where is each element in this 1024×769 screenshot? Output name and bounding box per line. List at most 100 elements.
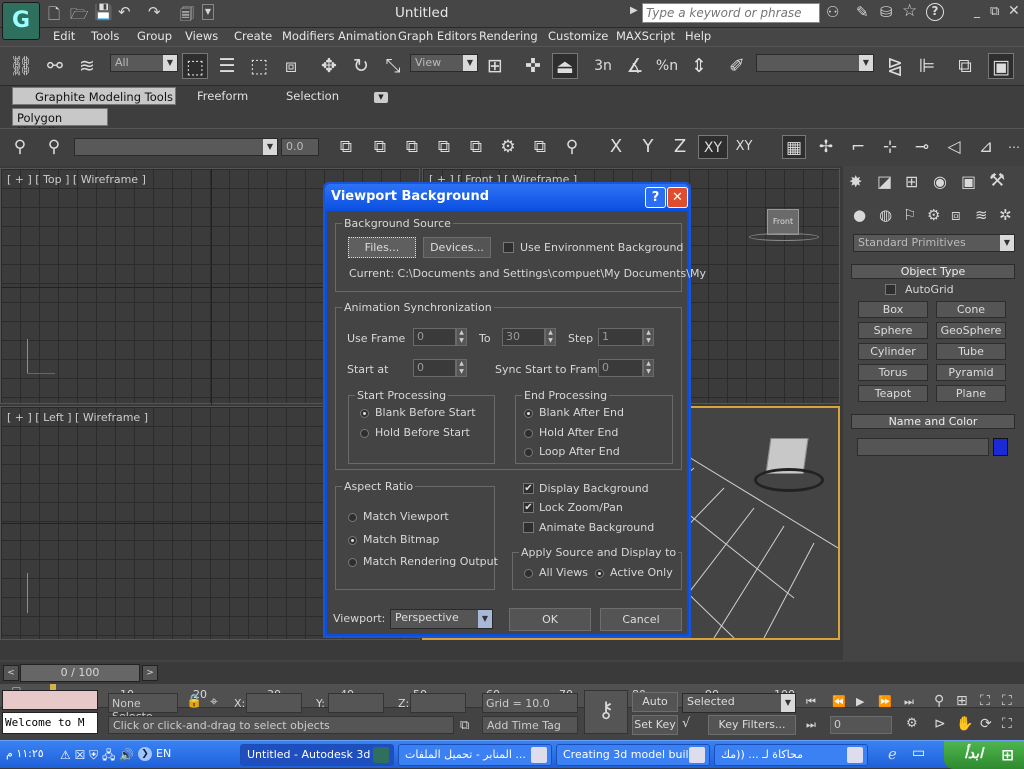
space-warps-icon[interactable]: ≋ [975,206,988,224]
dialog-close-icon[interactable]: ✕ [667,187,688,208]
language-indicator[interactable]: EN [156,747,171,760]
window-crossing-icon[interactable]: ⧈ [278,53,304,79]
show-desktop-icon[interactable]: ▭ [912,745,925,761]
menu-graph-editors[interactable]: Graph Editors [398,29,477,43]
subscription-icon[interactable]: ⛁ [880,3,893,21]
match-rendering-output-radio[interactable] [348,558,357,567]
mirror-icon[interactable]: ⧎ [882,53,908,79]
hold-before-start-radio[interactable] [360,429,369,438]
stack-add-icon[interactable]: ⧉ [368,135,392,159]
start-button[interactable]: ابدأ ⊞ [944,741,1024,769]
dialog-titlebar[interactable]: Viewport Background ? ✕ [325,184,689,211]
menu-maxscript[interactable]: MAXScript [616,29,675,43]
scale-icon[interactable]: ⤡ [380,53,406,79]
add-time-tag[interactable]: Add Time Tag [482,716,578,734]
goto-end-icon[interactable]: ⏭ [904,695,914,709]
spinner-arrows[interactable]: ▲ ▼ [545,328,556,346]
spinner-snap-icon[interactable]: ⇕ [686,53,712,79]
maximize-viewport-icon[interactable]: ⛶ [1002,716,1012,732]
viewport-top-label[interactable]: [ + ] [ Top ] [ Wireframe ] [7,173,146,186]
stack-remove-icon[interactable]: ⧉ [400,135,424,159]
pan-hand-icon[interactable]: ✋ [956,716,973,732]
face-snap-icon[interactable]: ◁ [942,135,966,159]
undo-icon[interactable]: ↶ [118,3,131,21]
hold-after-end-radio[interactable] [524,429,533,438]
select-by-name-icon[interactable]: ☰ [214,53,240,79]
maxscript-mini-listener[interactable] [2,690,98,710]
close-icon[interactable]: ✕ [1008,3,1020,19]
display-background-checkbox[interactable]: ✔ [523,483,534,494]
geosphere-button[interactable]: GeoSphere [936,322,1006,339]
task-browser-downloads[interactable]: المنابر - تحميل الملفات ... [398,744,552,766]
create-tab-icon[interactable]: ✸ [849,172,862,191]
blank-after-end-radio[interactable] [524,409,533,418]
prev-frame-icon[interactable]: ⏪ [832,695,846,708]
stack-pin-icon[interactable]: ⚲ [560,135,584,159]
tab-freeform[interactable]: Freeform [197,89,248,103]
axis-y-button[interactable]: Y [636,135,660,159]
menu-rendering[interactable]: Rendering [479,29,538,43]
fov-icon[interactable]: ⊳ [934,716,946,732]
start-at-spinner[interactable]: 0 ▲ ▼ [413,359,467,377]
menu-edit[interactable]: Edit [53,29,75,43]
task-creating-3d-model[interactable]: Creating 3d model buil [556,744,710,766]
use-frame-spinner[interactable]: 0 ▲ ▼ [413,328,467,346]
zoom-icon[interactable]: ⚲ [934,693,944,709]
stack-copy-icon[interactable]: ⧉ [464,135,488,159]
zoom-extents-icon[interactable]: ⛶ [980,693,990,709]
selection-filter-select[interactable]: All ▼ [110,54,178,72]
tab-selection[interactable]: Selection [286,89,339,103]
time-slider-right-icon[interactable]: > [142,665,158,681]
pin-icon[interactable]: ⚲ [8,135,32,159]
loop-after-end-radio[interactable] [524,448,533,457]
bind-space-warp-icon[interactable]: ≋ [74,53,100,79]
default-in-out-tangent-icon[interactable]: √ [682,716,690,731]
grid-snap-icon[interactable]: ▦ [782,135,806,159]
zoom-extents-all-icon[interactable]: ⛶ [1002,693,1012,709]
redo-icon[interactable]: ↷ [148,3,161,21]
geometry-icon[interactable]: ● [853,206,866,224]
cone-button[interactable]: Cone [936,301,1006,318]
align-icon[interactable]: ⊫ [914,53,940,79]
new-file-icon[interactable]: 🗋 [48,4,60,29]
animate-background-checkbox[interactable] [523,522,534,533]
key-filters-button[interactable]: Key Filters... [708,715,796,735]
axis-xy-local-button[interactable]: XY [732,135,756,159]
teapot-button[interactable]: Teapot [858,385,928,402]
graphite-toggle-icon[interactable]: ▣ [988,53,1014,79]
spinner-arrows[interactable]: ▲ ▼ [456,359,467,377]
tab-graphite-modeling[interactable]: Graphite Modeling Tools [12,87,176,105]
rect-selection-icon[interactable]: ⬚ [246,53,272,79]
app-logo-button[interactable]: G [2,2,40,40]
viewport-left-label[interactable]: [ + ] [ Left ] [ Wireframe ] [7,411,148,424]
task-3dsmax[interactable]: Untitled - Autodesk 3d [240,744,394,766]
lights-icon[interactable]: ⚐ [903,206,916,224]
x-coordinate-input[interactable] [246,693,302,713]
endpoint-snap-icon[interactable]: ⌐ [846,135,870,159]
select-object-icon[interactable]: ⬚ [182,53,208,79]
pivot-center-icon[interactable]: ⊞ [482,53,508,79]
time-slider-thumb[interactable]: 0 / 100 [20,664,140,682]
menu-create[interactable]: Create [234,29,272,43]
open-file-icon[interactable]: 🗁 [70,4,89,29]
motion-tab-icon[interactable]: ◉ [933,172,947,191]
stack-toggle-icon[interactable]: ⧉ [432,135,456,159]
cancel-button[interactable]: Cancel [600,608,682,631]
time-config-icon[interactable]: ⚙ [906,716,918,731]
search-expand-icon[interactable]: ▶ [630,5,638,16]
axis-xy-button[interactable]: XY [698,135,728,159]
systems-icon[interactable]: ✲ [999,206,1012,224]
edge-snap-icon[interactable]: ⊸ [910,135,934,159]
cameras-icon[interactable]: ⚙ [927,206,940,224]
percent-snap-toggle[interactable]: %n [654,53,680,79]
menu-animation[interactable]: Animation [338,29,397,43]
communication-center-icon[interactable]: ✎ [856,3,869,21]
favorites-star-icon[interactable]: ☆ [902,1,917,21]
display-tab-icon[interactable]: ▣ [961,172,976,191]
use-environment-checkbox[interactable] [503,242,514,253]
orbit-icon[interactable]: ⟳ [980,716,992,732]
autogrid-checkbox[interactable] [885,284,896,295]
object-name-input[interactable] [857,438,989,456]
key-mode-icon[interactable]: ⏭ [806,718,816,732]
lock-zoom-pan-checkbox[interactable]: ✔ [523,502,534,513]
